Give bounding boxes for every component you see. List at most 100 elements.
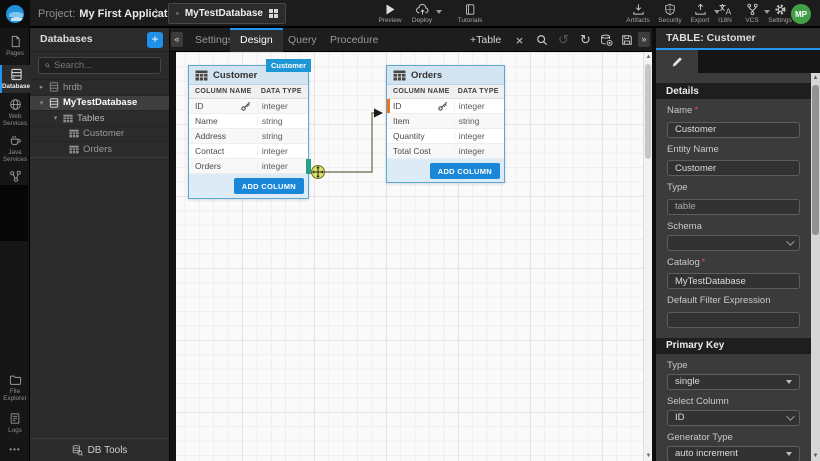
page-icon xyxy=(9,35,22,48)
caret-down-icon[interactable]: ▾ xyxy=(52,114,59,122)
table-card-orders[interactable]: Orders COLUMN NAME DATA TYPE ID integer … xyxy=(386,65,505,183)
tree-item-mytestdatabase[interactable]: ▾ MyTestDatabase xyxy=(30,96,169,112)
nav-databases[interactable]: Databases xyxy=(0,65,30,93)
section-primary-key: Primary Key xyxy=(656,338,811,354)
column-row[interactable]: Total Cost integer xyxy=(387,144,504,159)
entity-name-input[interactable] xyxy=(667,160,800,176)
pk-select-column-select[interactable]: ID xyxy=(667,410,800,426)
nav-logs[interactable]: Logs xyxy=(0,412,30,434)
scroll-down-arrow[interactable]: ▼ xyxy=(811,453,820,459)
tab-procedure[interactable]: Procedure xyxy=(320,28,388,52)
save-icon[interactable] xyxy=(618,32,635,48)
left-nav-rail: Pages Databases Web Services Java Servic… xyxy=(0,28,30,461)
download-tray-icon xyxy=(632,3,645,16)
column-row[interactable]: Address string xyxy=(189,129,308,144)
catalog-input[interactable] xyxy=(667,273,800,289)
default-filter-input[interactable] xyxy=(667,312,800,328)
column-row[interactable]: Name string xyxy=(189,114,308,129)
i18n-button[interactable]: A I18N xyxy=(712,3,738,24)
vcs-button[interactable]: VCS xyxy=(738,3,766,24)
dropdown-arrow-icon xyxy=(786,452,792,456)
nav-java-services[interactable]: Java Services xyxy=(0,134,30,163)
dropdown-chevron-icon xyxy=(786,237,794,245)
column-row[interactable]: Item string xyxy=(387,114,504,129)
relation-drag-handle[interactable] xyxy=(306,159,311,174)
type-input[interactable] xyxy=(667,199,800,215)
undo-icon[interactable]: ↺ xyxy=(555,32,572,48)
table-properties-panel: TABLE: Customer Details Name* Entity Nam… xyxy=(652,28,820,461)
pk-generator-type-select[interactable]: auto increment xyxy=(667,446,800,461)
artifacts-button[interactable]: Artifacts xyxy=(622,3,654,24)
scroll-up-arrow[interactable]: ▲ xyxy=(644,54,652,60)
app-logo[interactable] xyxy=(0,0,30,28)
grid-view-icon[interactable] xyxy=(269,9,278,18)
table-card-footer: ADD COLUMN xyxy=(387,159,504,182)
caret-right-icon[interactable]: ▸ xyxy=(38,83,45,91)
rail-overflow-menu[interactable]: ••• xyxy=(0,445,30,454)
column-row[interactable]: Quantity integer xyxy=(387,129,504,144)
search-input[interactable] xyxy=(54,60,154,71)
nav-pages[interactable]: Pages xyxy=(0,35,30,57)
collapse-panel-button[interactable]: « xyxy=(171,32,183,47)
schema-select[interactable] xyxy=(667,235,800,251)
tab-design[interactable]: Design xyxy=(230,28,283,52)
scrollbar-thumb[interactable] xyxy=(645,64,651,159)
scroll-up-arrow[interactable]: ▲ xyxy=(811,75,820,81)
database-workspace-tab[interactable]: MyTestDatabase xyxy=(168,3,286,24)
preview-button[interactable]: Preview xyxy=(374,3,406,24)
column-row-id[interactable]: ID integer xyxy=(387,99,504,114)
log-file-icon xyxy=(9,412,21,425)
upload-icon xyxy=(694,3,707,16)
table-card-customer[interactable]: Customer Customer COLUMN NAME DATA TYPE … xyxy=(188,65,309,199)
chevron-down-icon xyxy=(436,10,442,14)
column-header-row: COLUMN NAME DATA TYPE xyxy=(189,85,308,99)
schema-designer-canvas[interactable]: Customer Customer COLUMN NAME DATA TYPE … xyxy=(170,52,652,461)
canvas-vertical-scrollbar[interactable]: ▲ ▼ xyxy=(643,52,652,461)
tree-item-orders[interactable]: Orders xyxy=(30,142,169,158)
add-table-button[interactable]: +Table xyxy=(470,28,501,52)
field-catalog: Catalog* xyxy=(667,257,800,290)
deploy-button[interactable]: Deploy xyxy=(406,3,438,24)
tutorials-button[interactable]: Tutorials xyxy=(454,3,486,24)
field-pk-type: Type single xyxy=(667,360,800,390)
redo-icon[interactable]: ↻ xyxy=(577,32,594,48)
shield-icon xyxy=(664,3,676,16)
tree-item-tables[interactable]: ▾ Tables xyxy=(30,111,169,127)
scroll-down-arrow[interactable]: ▼ xyxy=(644,453,652,459)
pk-type-select[interactable]: single xyxy=(667,374,800,390)
primary-key-icon xyxy=(241,101,251,111)
databases-panel-header: Databases + xyxy=(30,28,169,52)
close-icon[interactable]: × xyxy=(511,32,528,48)
tree-item-hrdb[interactable]: ▸ hrdb xyxy=(30,80,169,96)
field-pk-select-column: Select Column ID xyxy=(667,396,800,426)
tab-edit[interactable] xyxy=(656,50,698,73)
add-column-button[interactable]: ADD COLUMN xyxy=(430,163,500,179)
nav-web-services[interactable]: Web Services xyxy=(0,98,30,127)
gear-icon xyxy=(774,3,787,16)
api-nodes-icon xyxy=(9,170,22,183)
expand-panel-button[interactable]: » xyxy=(638,32,650,47)
scrollbar-thumb[interactable] xyxy=(812,85,819,235)
field-name: Name* xyxy=(667,105,800,138)
tree-item-customer[interactable]: Customer xyxy=(30,127,169,143)
name-input[interactable] xyxy=(667,122,800,138)
search-icon xyxy=(45,61,50,70)
user-avatar[interactable]: MP xyxy=(791,4,811,24)
table-icon xyxy=(69,145,79,154)
globe-icon xyxy=(9,98,22,111)
caret-down-icon[interactable]: ▾ xyxy=(38,99,45,107)
database-search[interactable] xyxy=(38,57,161,74)
add-column-button[interactable]: ADD COLUMN xyxy=(234,178,304,194)
add-database-button[interactable]: + xyxy=(147,32,163,48)
column-row-id[interactable]: ID integer xyxy=(189,99,308,114)
column-row[interactable]: Orders integer xyxy=(189,159,308,174)
topbar: Project:My First Application MyTestDatab… xyxy=(0,0,820,28)
zoom-search-icon[interactable] xyxy=(533,32,550,48)
security-button[interactable]: Security xyxy=(654,3,686,24)
db-tools-button[interactable]: DB Tools xyxy=(30,438,169,461)
update-database-icon[interactable] xyxy=(598,32,615,48)
table-card-header[interactable]: Orders xyxy=(387,66,504,85)
nav-file-explorer[interactable]: File Explorer xyxy=(0,374,30,402)
column-row[interactable]: Contact integer xyxy=(189,144,308,159)
properties-vertical-scrollbar[interactable]: ▲ ▼ xyxy=(811,73,820,461)
